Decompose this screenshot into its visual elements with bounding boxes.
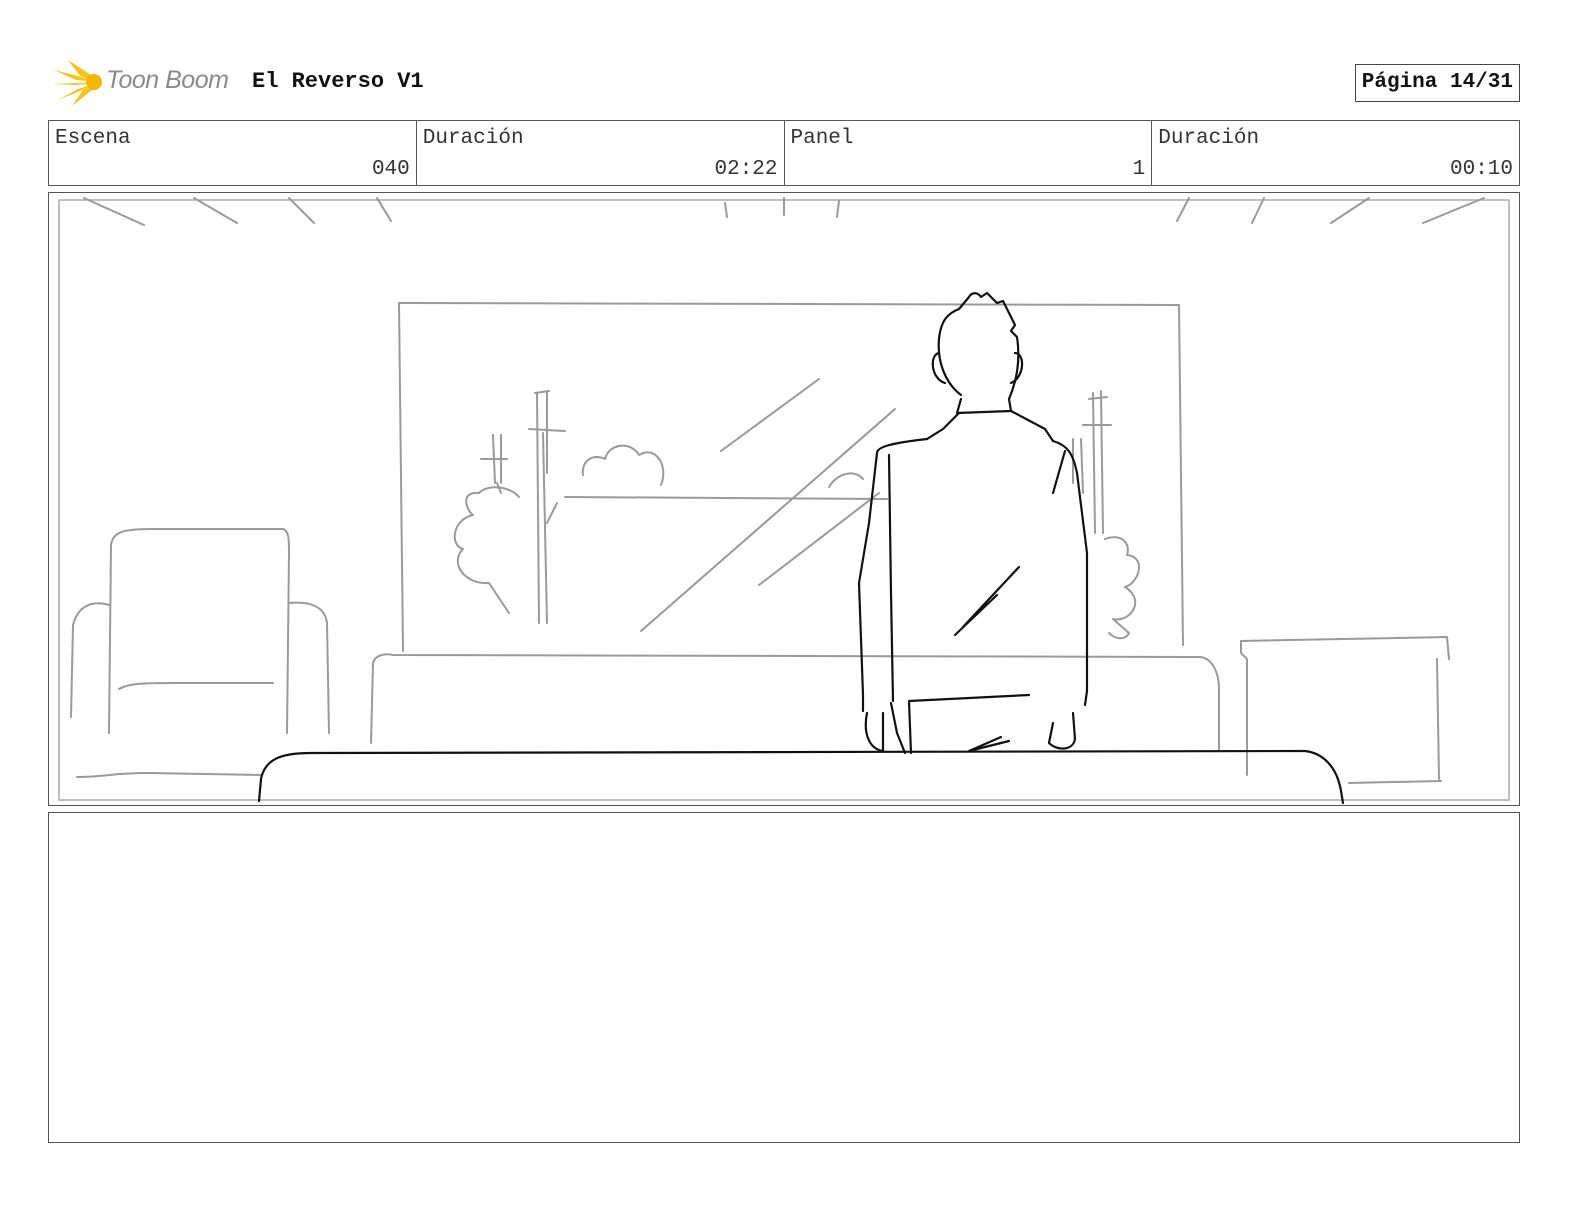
project-title: El Reverso V1 xyxy=(252,69,424,94)
panel-sketch xyxy=(58,197,1510,805)
starburst-icon xyxy=(52,60,102,106)
background-sketch xyxy=(70,197,1485,784)
scene-value: 040 xyxy=(371,158,410,181)
notes-area xyxy=(48,812,1520,1143)
storyboard-panel xyxy=(48,192,1520,806)
panel-label: Panel xyxy=(790,127,854,150)
scene-info-row: Escena 040 Duración 02:22 Panel 1 Duraci… xyxy=(48,120,1520,186)
scene-duration-label: Duración xyxy=(422,127,524,150)
scene-duration-value: 02:22 xyxy=(714,158,778,181)
inner-frame xyxy=(58,199,1510,801)
panel-duration-value: 00:10 xyxy=(1449,158,1513,181)
panel-value: 1 xyxy=(1132,158,1146,181)
panel-duration-label: Duración xyxy=(1158,127,1260,150)
scene-cell: Escena 040 xyxy=(49,121,417,185)
scene-label: Escena xyxy=(55,127,131,150)
panel-duration-cell: Duración 00:10 xyxy=(1152,121,1519,185)
page-header: Toon Boom El Reverso V1 Página 14/31 xyxy=(48,56,1522,108)
window-frame xyxy=(398,302,1184,646)
scene-duration-cell: Duración 02:22 xyxy=(417,121,785,185)
panel-cell: Panel 1 xyxy=(785,121,1153,185)
logo-text: Toon Boom xyxy=(106,66,229,94)
toon-boom-logo: Toon Boom xyxy=(50,56,240,108)
page-number: Página 14/31 xyxy=(1354,64,1520,102)
